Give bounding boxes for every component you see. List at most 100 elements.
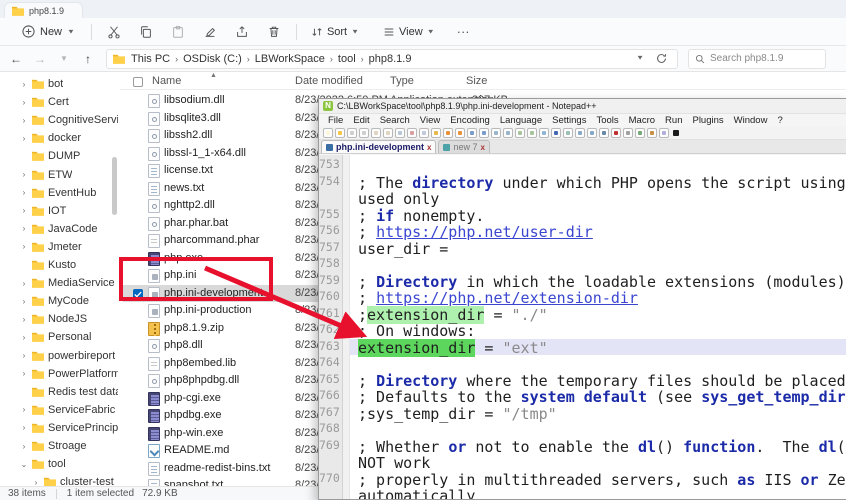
breadcrumb-item[interactable]: LBWorkSpace xyxy=(251,53,329,65)
sync-h-icon[interactable] xyxy=(527,128,537,138)
menu-language[interactable]: Language xyxy=(495,115,547,126)
menu-file[interactable]: File xyxy=(323,115,348,126)
sidebar-item-iot[interactable]: ›IOT xyxy=(0,202,118,220)
chevron-right-icon[interactable]: › xyxy=(32,478,40,486)
close-all-icon[interactable] xyxy=(383,128,393,138)
chevron-right-icon[interactable]: › xyxy=(20,405,28,414)
sort-button[interactable]: Sort ▼ xyxy=(305,22,365,42)
copy-button[interactable] xyxy=(132,22,160,42)
sidebar-item-bot[interactable]: ›bot xyxy=(0,75,118,93)
menu-tools[interactable]: Tools xyxy=(591,115,623,126)
record-macro-icon[interactable] xyxy=(611,128,621,138)
zoom-out-icon[interactable] xyxy=(503,128,513,138)
forward-button[interactable]: → xyxy=(28,52,52,66)
new-file-icon[interactable] xyxy=(323,128,333,138)
view-button[interactable]: View ▼ xyxy=(377,22,441,42)
menu-window[interactable]: Window xyxy=(729,115,773,126)
sidebar-scrollbar[interactable] xyxy=(112,157,117,215)
sidebar-item-powerbireport[interactable]: ›powerbireport xyxy=(0,347,118,365)
menu-settings[interactable]: Settings xyxy=(547,115,591,126)
chevron-right-icon[interactable]: › xyxy=(20,206,28,215)
menu-encoding[interactable]: Encoding xyxy=(445,115,495,126)
up-button[interactable]: ↑ xyxy=(76,52,100,66)
editor-text-area[interactable]: ; The directory under which PHP opens th… xyxy=(350,155,846,499)
select-all-checkbox[interactable] xyxy=(133,77,143,87)
sidebar-item-stroage[interactable]: ›Stroage xyxy=(0,437,118,455)
sidebar-item-mediaservice[interactable]: ›MediaService xyxy=(0,274,118,292)
menu-run[interactable]: Run xyxy=(660,115,687,126)
sidebar-item-etw[interactable]: ›ETW xyxy=(0,166,118,184)
chevron-right-icon[interactable]: › xyxy=(20,224,28,233)
address-dropdown-icon[interactable]: ▼ xyxy=(636,54,644,63)
chevron-right-icon[interactable]: › xyxy=(20,98,28,107)
chevron-right-icon[interactable]: › xyxy=(20,116,28,125)
chevron-right-icon[interactable]: › xyxy=(20,351,28,360)
cut-button[interactable] xyxy=(100,22,128,42)
breadcrumb-item[interactable]: OSDisk (C:) xyxy=(179,53,246,65)
chevron-right-icon[interactable]: › xyxy=(20,297,28,306)
run-multi-icon[interactable] xyxy=(659,128,669,138)
sidebar-item-servicefabric[interactable]: ›ServiceFabric xyxy=(0,401,118,419)
row-checkbox[interactable] xyxy=(133,289,143,299)
sidebar-item-powerplatform[interactable]: ›PowerPlatform xyxy=(0,365,118,383)
sync-v-icon[interactable] xyxy=(515,128,525,138)
chevron-right-icon[interactable]: › xyxy=(20,423,28,432)
breadcrumb-item[interactable]: php8.1.9 xyxy=(365,53,416,65)
zoom-in-icon[interactable] xyxy=(491,128,501,138)
menu-plugins[interactable]: Plugins xyxy=(687,115,728,126)
column-header-date[interactable]: Date modified xyxy=(295,75,363,87)
column-header-size[interactable]: Size xyxy=(466,75,487,87)
show-all-chars-icon[interactable] xyxy=(551,128,561,138)
sidebar-item-jmeter[interactable]: ›Jmeter xyxy=(0,238,118,256)
menu-edit[interactable]: Edit xyxy=(348,115,374,126)
undo-icon[interactable] xyxy=(443,128,453,138)
menu-macro[interactable]: Macro xyxy=(624,115,660,126)
doc-map-icon[interactable] xyxy=(575,128,585,138)
sidebar-item-eventhub[interactable]: ›EventHub xyxy=(0,184,118,202)
copy-icon[interactable] xyxy=(419,128,429,138)
explorer-window-tab[interactable]: php8.1.9 xyxy=(4,2,83,18)
code-link[interactable]: https://php.net/extension-dir xyxy=(376,289,638,307)
chevron-right-icon[interactable]: › xyxy=(20,369,28,378)
menu-help[interactable]: ? xyxy=(772,115,787,126)
sidebar-item-redis-test-data[interactable]: Redis test data xyxy=(0,383,118,401)
find-icon[interactable] xyxy=(467,128,477,138)
chevron-right-icon[interactable]: › xyxy=(20,333,28,342)
chevron-down-icon[interactable]: ⌄ xyxy=(20,460,28,469)
sidebar-item-mycode[interactable]: ›MyCode xyxy=(0,292,118,310)
sidebar-item-docker[interactable]: ›docker xyxy=(0,129,118,147)
sidebar-item-cluster-test[interactable]: ›cluster-test xyxy=(0,473,118,486)
breadcrumb-item[interactable]: This PC xyxy=(127,53,174,65)
search-box[interactable] xyxy=(688,49,826,69)
editor-tab-php-ini-development[interactable]: php.ini-developmentx xyxy=(321,140,436,153)
chevron-right-icon[interactable]: › xyxy=(20,242,28,251)
close-tab-icon[interactable]: x xyxy=(481,143,485,152)
code-link[interactable]: https://php.net/user-dir xyxy=(376,223,593,241)
play-macro-icon[interactable] xyxy=(635,128,645,138)
chevron-right-icon[interactable]: › xyxy=(20,80,28,89)
breadcrumb-item[interactable]: tool xyxy=(334,53,360,65)
save-macro-icon[interactable] xyxy=(647,128,657,138)
rename-button[interactable] xyxy=(196,22,224,42)
sidebar-item-kusto[interactable]: Kusto xyxy=(0,256,118,274)
sidebar-item-tool[interactable]: ⌄tool xyxy=(0,455,118,473)
back-button[interactable]: ← xyxy=(4,52,28,66)
overflow-icon[interactable] xyxy=(671,128,681,138)
more-options-button[interactable]: ··· xyxy=(451,20,476,43)
close-icon[interactable] xyxy=(371,128,381,138)
column-header-name[interactable]: Name xyxy=(152,75,181,87)
sidebar-item-personal[interactable]: ›Personal xyxy=(0,328,118,346)
save-icon[interactable] xyxy=(347,128,357,138)
sidebar-item-cert[interactable]: ›Cert xyxy=(0,93,118,111)
new-button[interactable]: New ▼ xyxy=(14,21,83,42)
chevron-right-icon[interactable]: › xyxy=(20,279,28,288)
editor-tab-new-7[interactable]: new 7x xyxy=(438,140,489,153)
chevron-right-icon[interactable]: › xyxy=(20,315,28,324)
indent-guide-icon[interactable] xyxy=(563,128,573,138)
menu-search[interactable]: Search xyxy=(375,115,415,126)
print-icon[interactable] xyxy=(395,128,405,138)
chevron-right-icon[interactable]: › xyxy=(20,188,28,197)
share-button[interactable] xyxy=(228,22,256,42)
sidebar-item-nodejs[interactable]: ›NodeJS xyxy=(0,310,118,328)
delete-button[interactable] xyxy=(260,22,288,42)
